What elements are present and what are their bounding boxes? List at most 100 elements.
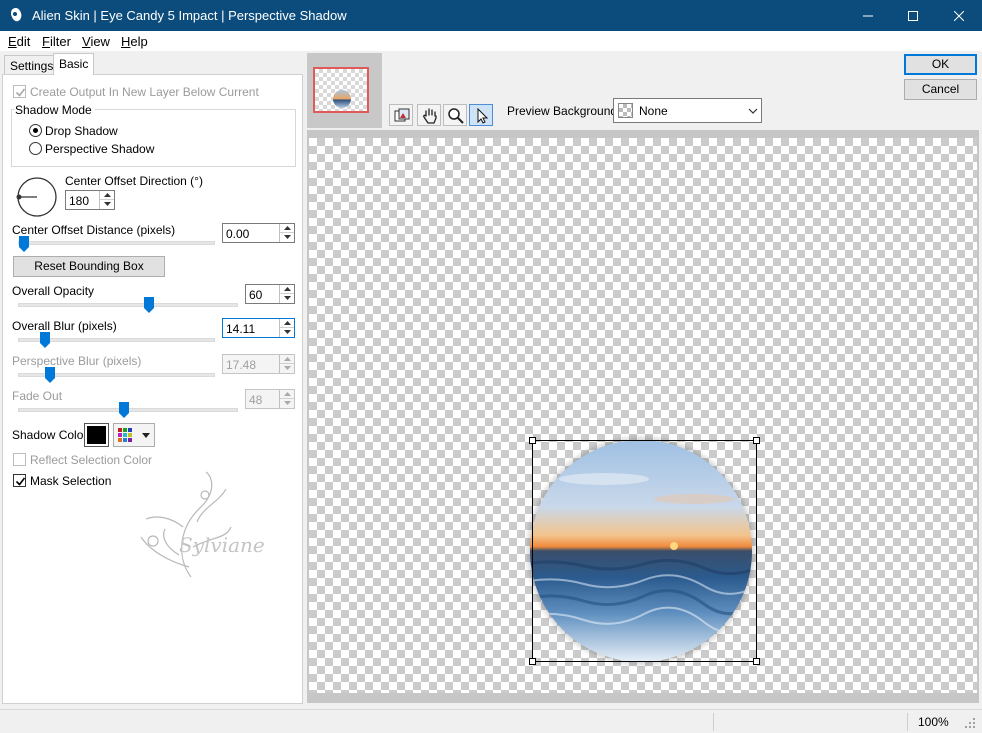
preview-area[interactable] bbox=[307, 130, 979, 703]
preview-toggle-button[interactable] bbox=[389, 104, 413, 126]
menu-help-accel: H bbox=[121, 34, 131, 49]
preview-canvas[interactable] bbox=[309, 138, 977, 693]
zoom-icon bbox=[448, 108, 464, 124]
spin-up-button[interactable] bbox=[280, 285, 294, 294]
shadow-color-label: Shadow Color bbox=[12, 428, 88, 442]
ok-button[interactable]: OK bbox=[904, 54, 977, 75]
spin-down-button[interactable] bbox=[280, 364, 294, 373]
cancel-button[interactable]: Cancel bbox=[904, 79, 977, 100]
spin-arrows[interactable] bbox=[99, 191, 114, 209]
spin-arrows[interactable] bbox=[279, 319, 294, 337]
overall-opacity-input[interactable]: 60 bbox=[245, 284, 295, 304]
spin-arrows[interactable] bbox=[279, 390, 294, 408]
spin-arrows[interactable] bbox=[279, 224, 294, 242]
resize-grip-icon[interactable] bbox=[964, 717, 976, 729]
spin-down-button[interactable] bbox=[280, 233, 294, 242]
spin-up-button[interactable] bbox=[100, 191, 114, 200]
bounding-box[interactable] bbox=[532, 440, 757, 662]
preview-background-label: Preview Background: bbox=[507, 104, 621, 118]
arrow-down-icon bbox=[284, 366, 291, 370]
arrow-down-icon bbox=[284, 330, 291, 334]
basic-panel: Create Output In New Layer Below Current… bbox=[2, 74, 303, 704]
spin-up-button[interactable] bbox=[280, 390, 294, 399]
arrow-down-icon bbox=[284, 235, 291, 239]
spin-down-button[interactable] bbox=[280, 294, 294, 303]
bounding-box-handle-bl[interactable] bbox=[529, 658, 536, 665]
preview-background-select[interactable]: None bbox=[613, 98, 762, 123]
menu-edit-label: dit bbox=[16, 34, 31, 49]
bounding-box-handle-tl[interactable] bbox=[529, 437, 536, 444]
center-offset-direction-value: 180 bbox=[69, 194, 90, 208]
navigator-frame[interactable] bbox=[313, 67, 369, 113]
menu-filter-accel: F bbox=[42, 34, 50, 49]
app-icon bbox=[11, 8, 22, 22]
overall-opacity-thumb[interactable] bbox=[144, 297, 154, 313]
perspective-shadow-radio[interactable] bbox=[29, 142, 42, 155]
chevron-down-icon bbox=[142, 433, 150, 438]
create-output-checkbox[interactable] bbox=[13, 85, 26, 98]
tab-basic[interactable]: Basic bbox=[53, 53, 95, 75]
close-button[interactable] bbox=[936, 0, 982, 31]
navigator-thumbnail[interactable] bbox=[307, 53, 382, 128]
shadow-mode-group bbox=[11, 109, 296, 167]
status-separator bbox=[907, 713, 908, 731]
zoom-tool-button[interactable] bbox=[443, 104, 467, 126]
mask-selection-checkbox[interactable] bbox=[13, 474, 26, 487]
maximize-button[interactable] bbox=[890, 0, 936, 31]
bounding-box-handle-br[interactable] bbox=[753, 658, 760, 665]
fade-out-value: 48 bbox=[249, 393, 263, 407]
arrow-up-icon bbox=[284, 321, 291, 325]
arrow-down-icon bbox=[284, 296, 291, 300]
reflect-selection-color-checkbox[interactable] bbox=[13, 453, 26, 466]
spin-up-button[interactable] bbox=[280, 355, 294, 364]
reset-bounding-box-button[interactable]: Reset Bounding Box bbox=[13, 256, 165, 277]
overall-opacity-track[interactable] bbox=[18, 303, 238, 307]
bounding-box-handle-tr[interactable] bbox=[753, 437, 760, 444]
spin-down-button[interactable] bbox=[280, 328, 294, 337]
perspective-blur-value: 17.48 bbox=[226, 358, 257, 372]
navigator-preview-image bbox=[333, 90, 351, 108]
spin-up-button[interactable] bbox=[280, 319, 294, 328]
arrow-up-icon bbox=[104, 193, 111, 197]
menu-filter[interactable]: Filter bbox=[42, 34, 71, 49]
status-separator bbox=[713, 713, 714, 731]
spin-down-button[interactable] bbox=[100, 200, 114, 209]
color-picker-button[interactable] bbox=[113, 423, 155, 447]
fade-out-thumb[interactable] bbox=[119, 402, 129, 418]
direction-dial[interactable] bbox=[15, 175, 59, 219]
status-bar: 100% bbox=[0, 709, 982, 733]
menu-view-label: iew bbox=[90, 34, 110, 49]
drop-shadow-radio[interactable] bbox=[29, 124, 42, 137]
spin-up-button[interactable] bbox=[280, 224, 294, 233]
menu-bar: Edit Filter View Help bbox=[0, 31, 982, 51]
center-offset-distance-input[interactable]: 0.00 bbox=[222, 223, 295, 243]
select-tool-button[interactable] bbox=[469, 104, 493, 126]
menu-help-label: elp bbox=[130, 34, 148, 49]
menu-view[interactable]: View bbox=[82, 34, 110, 49]
shadow-color-swatch[interactable] bbox=[84, 423, 109, 447]
menu-edit[interactable]: Edit bbox=[8, 34, 30, 49]
spin-arrows[interactable] bbox=[279, 285, 294, 303]
center-offset-direction-label: Center Offset Direction (°) bbox=[65, 174, 203, 188]
fade-out-input[interactable]: 48 bbox=[245, 389, 295, 409]
check-icon bbox=[15, 88, 26, 97]
minimize-button[interactable] bbox=[845, 0, 891, 31]
spin-arrows[interactable] bbox=[279, 355, 294, 373]
center-offset-distance-track[interactable] bbox=[18, 241, 215, 245]
watermark-text: Sylviane bbox=[179, 533, 265, 557]
center-offset-distance-thumb[interactable] bbox=[19, 236, 29, 252]
menu-help[interactable]: Help bbox=[121, 34, 148, 49]
overall-blur-thumb[interactable] bbox=[40, 332, 50, 348]
overall-blur-input[interactable]: 14.11 bbox=[222, 318, 295, 338]
perspective-blur-thumb[interactable] bbox=[45, 367, 55, 383]
center-offset-direction-input[interactable]: 180 bbox=[65, 190, 115, 210]
arrow-up-icon bbox=[284, 357, 291, 361]
tab-settings[interactable]: Settings bbox=[4, 55, 60, 75]
spin-down-button[interactable] bbox=[280, 399, 294, 408]
menu-edit-accel: E bbox=[8, 34, 17, 49]
perspective-blur-input[interactable]: 17.48 bbox=[222, 354, 295, 374]
perspective-shadow-label: Perspective Shadow bbox=[45, 142, 155, 156]
drop-shadow-label: Drop Shadow bbox=[45, 124, 118, 138]
hand-tool-button[interactable] bbox=[417, 104, 441, 126]
arrow-up-icon bbox=[284, 392, 291, 396]
